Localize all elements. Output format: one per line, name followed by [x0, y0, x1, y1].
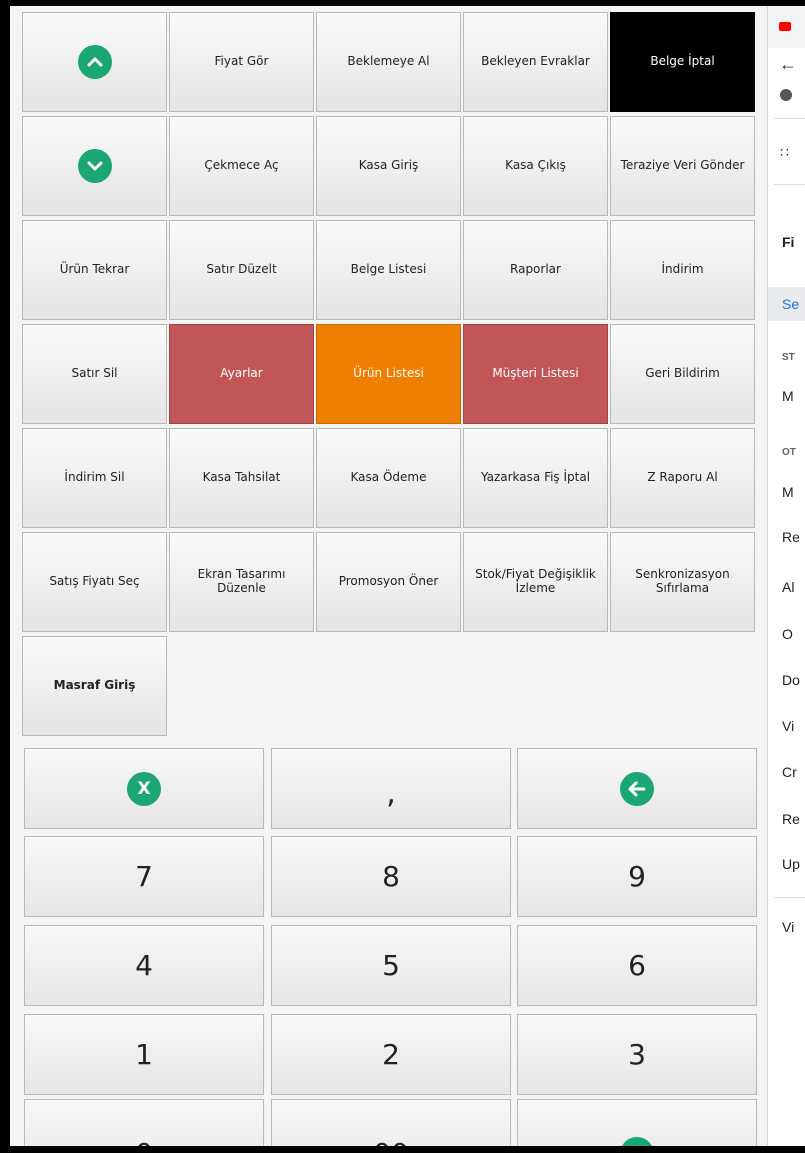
confirm-check-icon — [620, 1136, 654, 1146]
geri-bildirim-button[interactable]: Geri Bildirim — [610, 324, 755, 424]
clear-icon: X — [127, 771, 161, 806]
globe-icon — [780, 89, 792, 101]
yazarkasa-fis-iptal-button[interactable]: Yazarkasa Fiş İptal — [463, 428, 608, 528]
pos-screen: Fiyat Gör Beklemeye Al Bekleyen Evraklar… — [10, 6, 805, 1146]
urun-listesi-button[interactable]: Ürün Listesi — [316, 324, 461, 424]
kasa-cikis-button[interactable]: Kasa Çıkış — [463, 116, 608, 216]
menu-header-ot: OT — [782, 447, 796, 458]
raporlar-button[interactable]: Raporlar — [463, 220, 608, 320]
ayarlar-button[interactable]: Ayarlar — [169, 324, 314, 424]
indirim-button[interactable]: İndirim — [610, 220, 755, 320]
menu-item-up[interactable]: Up — [782, 856, 800, 872]
comma-key[interactable]: , — [271, 748, 511, 829]
belge-listesi-button[interactable]: Belge Listesi — [316, 220, 461, 320]
clear-icon-label: X — [137, 778, 151, 799]
divider — [774, 118, 805, 119]
promosyon-oner-button[interactable]: Promosyon Öner — [316, 532, 461, 632]
menu-item-cr[interactable]: Cr — [782, 764, 797, 780]
kasa-giris-button[interactable]: Kasa Giriş — [316, 116, 461, 216]
satir-duzelt-button[interactable]: Satır Düzelt — [169, 220, 314, 320]
urun-tekrar-button[interactable]: Ürün Tekrar — [22, 220, 167, 320]
z-raporu-al-button[interactable]: Z Raporu Al — [610, 428, 755, 528]
menu-item-fi[interactable]: Fi — [782, 234, 794, 250]
key-1[interactable]: 1 — [24, 1014, 264, 1095]
masraf-giris-button[interactable]: Masraf Giriş — [22, 636, 167, 736]
satis-fiyati-sec-button[interactable]: Satış Fiyatı Seç — [22, 532, 167, 632]
key-6[interactable]: 6 — [517, 925, 757, 1006]
beklemeye-al-button[interactable]: Beklemeye Al — [316, 12, 461, 112]
menu-item-do[interactable]: Do — [782, 672, 800, 688]
menu-item-vi1[interactable]: Vi — [782, 718, 794, 734]
kasa-tahsilat-button[interactable]: Kasa Tahsilat — [169, 428, 314, 528]
kasa-odeme-button[interactable]: Kasa Ödeme — [316, 428, 461, 528]
menu-item-vi2[interactable]: Vi — [782, 919, 794, 935]
menu-item-re1[interactable]: Re — [782, 529, 800, 545]
menu-item-m1[interactable]: M — [782, 388, 794, 404]
musteri-listesi-button[interactable]: Müşteri Listesi — [463, 324, 608, 424]
key-3[interactable]: 3 — [517, 1014, 757, 1095]
key-0[interactable]: 0 — [24, 1099, 264, 1146]
backspace-button[interactable] — [517, 748, 757, 829]
side-panel: ← ∷ Fi Se ST M OT M Re Al O Do Vi Cr Re … — [767, 6, 805, 1146]
menu-header-st: ST — [782, 352, 795, 363]
bekleyen-evraklar-button[interactable]: Bekleyen Evraklar — [463, 12, 608, 112]
back-arrow-icon[interactable]: ← — [779, 54, 797, 75]
scroll-up-button[interactable] — [22, 12, 167, 112]
key-5[interactable]: 5 — [271, 925, 511, 1006]
backspace-icon — [620, 771, 654, 806]
menu-item-se[interactable]: Se — [782, 296, 799, 312]
divider — [774, 184, 805, 185]
senkronizasyon-sifirlama-button[interactable]: Senkronizasyon Sıfırlama — [610, 532, 755, 632]
chevron-up-icon — [77, 45, 112, 79]
divider — [774, 897, 805, 898]
menu-item-re2[interactable]: Re — [782, 811, 800, 827]
key-2[interactable]: 2 — [271, 1014, 511, 1095]
fiyat-gor-button[interactable]: Fiyat Gör — [169, 12, 314, 112]
key-8[interactable]: 8 — [271, 836, 511, 917]
key-00[interactable]: 00 — [271, 1099, 511, 1146]
ekran-tasarimi-duzenle-button[interactable]: Ekran Tasarımı Düzenle — [169, 532, 314, 632]
belge-iptal-button[interactable]: Belge İptal — [610, 12, 755, 112]
menu-item-op[interactable]: O — [782, 626, 793, 642]
key-7[interactable]: 7 — [24, 836, 264, 917]
key-9[interactable]: 9 — [517, 836, 757, 917]
satir-sil-button[interactable]: Satır Sil — [22, 324, 167, 424]
menu-item-m2[interactable]: M — [782, 484, 794, 500]
scroll-down-button[interactable] — [22, 116, 167, 216]
clear-button[interactable]: X — [24, 748, 264, 829]
menu-item-al[interactable]: Al — [782, 579, 794, 595]
youtube-icon — [779, 22, 791, 31]
teraziye-veri-gonder-button[interactable]: Teraziye Veri Gönder — [610, 116, 755, 216]
stok-fiyat-degisiklik-izleme-button[interactable]: Stok/Fiyat Değişiklik İzleme — [463, 532, 608, 632]
chevron-down-icon — [77, 149, 112, 183]
key-4[interactable]: 4 — [24, 925, 264, 1006]
indirim-sil-button[interactable]: İndirim Sil — [22, 428, 167, 528]
confirm-button[interactable] — [517, 1099, 757, 1146]
apps-grid-icon[interactable]: ∷ — [780, 144, 789, 161]
cekmece-ac-button[interactable]: Çekmece Aç — [169, 116, 314, 216]
